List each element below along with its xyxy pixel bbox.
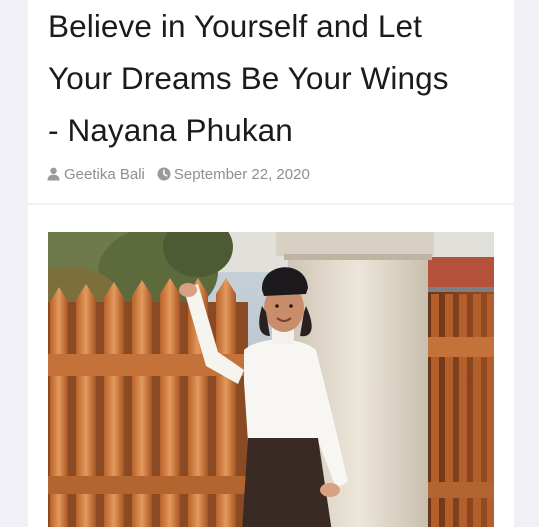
photo-illustration: [48, 232, 494, 527]
author-meta[interactable]: Geetika Bali: [47, 166, 145, 183]
article-meta: Geetika Bali September 22, 2020: [47, 163, 310, 185]
article-photo[interactable]: [48, 232, 494, 527]
publish-date: September 22, 2020: [173, 165, 310, 183]
divider: [28, 203, 514, 205]
article-title[interactable]: Believe in Yourself and Let Your Dreams …: [48, 0, 503, 156]
date-meta: September 22, 2020: [157, 166, 310, 183]
article-title-line-1[interactable]: Believe in Yourself and Let: [48, 0, 503, 52]
article-card: Believe in Yourself and Let Your Dreams …: [28, 0, 514, 527]
clock-icon: [157, 167, 171, 181]
article-title-line-3[interactable]: - Nayana Phukan: [48, 104, 503, 156]
author-name[interactable]: Geetika Bali: [64, 166, 145, 183]
user-icon: [47, 167, 60, 181]
article-title-line-2[interactable]: Your Dreams Be Your Wings: [48, 52, 503, 104]
